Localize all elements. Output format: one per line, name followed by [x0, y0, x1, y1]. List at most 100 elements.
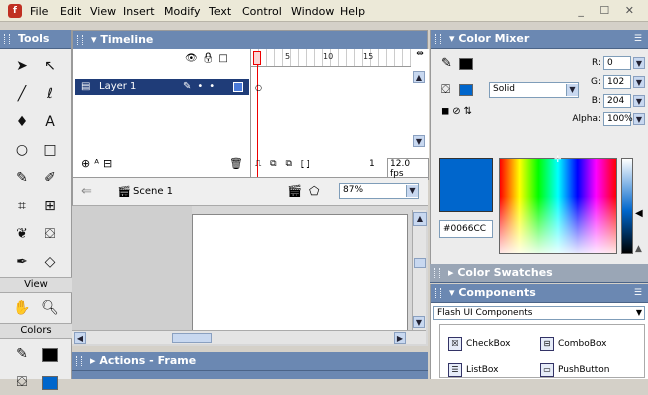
- collapse-spectrum-icon[interactable]: ▲: [635, 244, 642, 254]
- free-transform-tool-icon[interactable]: ⌗: [9, 193, 35, 219]
- pen-tool-icon[interactable]: ♦: [9, 109, 35, 135]
- eyedropper-tool-icon[interactable]: ✒: [9, 249, 35, 275]
- layer-state-dots[interactable]: ✎••: [183, 81, 221, 92]
- layer-row[interactable]: ▤ Layer 1 ✎••: [75, 79, 249, 95]
- lasso-tool-icon[interactable]: ℓ: [37, 81, 63, 107]
- window-controls[interactable]: _ ☐ ✕: [578, 4, 640, 17]
- brush-tool-icon[interactable]: ✐: [37, 165, 63, 191]
- fill-color-swatch[interactable]: [37, 369, 63, 395]
- g-dropdown-icon[interactable]: ▼: [633, 76, 645, 88]
- timeline-scroll-up[interactable]: ▲: [413, 71, 425, 83]
- menu-modify[interactable]: Modify: [164, 4, 200, 19]
- component-set-dropdown-icon[interactable]: ▼: [636, 307, 642, 319]
- color-mixer-header[interactable]: ▾ Color Mixer ☰: [431, 30, 648, 49]
- stage-hscrollbar[interactable]: ◀ ▶: [72, 330, 426, 344]
- colors-section-label: Colors: [0, 323, 72, 339]
- back-arrow-icon[interactable]: ⇐: [81, 184, 92, 199]
- menu-insert[interactable]: Insert: [123, 4, 155, 19]
- component-set-select[interactable]: Flash UI Components ▼: [433, 306, 645, 320]
- stroke-pencil-icon[interactable]: ✎: [441, 56, 452, 71]
- ink-bottle-tool-icon[interactable]: ❦: [9, 221, 35, 247]
- swap-colors-icons[interactable]: ◼⊘⇅: [441, 106, 475, 117]
- panel-options-icon[interactable]: ☰: [634, 30, 642, 48]
- brightness-pointer-icon[interactable]: ◀: [635, 208, 643, 219]
- menu-file[interactable]: File: [30, 4, 48, 19]
- pencil-tool-icon[interactable]: ✎: [9, 165, 35, 191]
- fill-transform-tool-icon[interactable]: ⊞: [37, 193, 63, 219]
- oval-tool-icon[interactable]: ○: [9, 137, 35, 163]
- menu-control[interactable]: Control: [242, 4, 282, 19]
- alpha-dropdown-icon[interactable]: ▼: [633, 113, 645, 125]
- menu-window[interactable]: Window: [291, 4, 334, 19]
- layer-add-buttons[interactable]: ⊕ᴬ⊟: [81, 157, 116, 170]
- line-tool-icon[interactable]: ╱: [9, 81, 35, 107]
- zoom-tool-icon[interactable]: 🔍︎: [37, 295, 63, 321]
- b-dropdown-icon[interactable]: ▼: [633, 95, 645, 107]
- fill-bucket-icon[interactable]: ⛋: [441, 82, 450, 97]
- component-checkbox[interactable]: ☒ CheckBox: [448, 337, 510, 351]
- stage-scroll-right[interactable]: ▶: [394, 332, 406, 344]
- text-tool-icon[interactable]: A: [37, 109, 63, 135]
- stage-scroll-left[interactable]: ◀: [74, 332, 86, 344]
- timeline-menu-icon[interactable]: ⇹: [413, 49, 427, 67]
- zoom-dropdown-icon[interactable]: ▼: [406, 185, 418, 197]
- layer-visibility-icons[interactable]: 👁︎🔒︎□: [185, 53, 232, 64]
- menu-edit[interactable]: Edit: [60, 4, 81, 19]
- eraser-tool-icon[interactable]: ◇: [37, 249, 63, 275]
- components-options-icon[interactable]: ☰: [634, 284, 642, 302]
- pasteboard: [72, 206, 192, 330]
- hand-tool-icon[interactable]: ✋: [9, 295, 35, 321]
- stage-vscrollbar[interactable]: ▲ ▼: [412, 210, 427, 330]
- keyframe-dot-icon[interactable]: ○: [255, 83, 262, 92]
- delete-layer-icon[interactable]: 🗑︎: [229, 157, 243, 170]
- hex-input[interactable]: #0066CC: [439, 220, 493, 238]
- stage-vscroll-thumb[interactable]: [414, 258, 426, 268]
- arrow-tool-icon[interactable]: ➤: [9, 53, 35, 79]
- stroke-color-pencil-icon[interactable]: ✎: [9, 341, 35, 367]
- menu-text[interactable]: Text: [209, 4, 231, 19]
- component-pushbutton[interactable]: ▭ PushButton: [540, 363, 610, 377]
- b-label: B:: [591, 96, 601, 106]
- stage-hscroll-thumb[interactable]: [172, 333, 212, 343]
- color-swatches-header[interactable]: ▸ Color Swatches: [430, 264, 648, 283]
- fill-type-select[interactable]: Solid ▼: [489, 82, 579, 98]
- timeline-scroll-down[interactable]: ▼: [413, 135, 425, 147]
- color-spectrum[interactable]: ✛: [499, 155, 617, 254]
- component-combobox[interactable]: ⊟ ComboBox: [540, 337, 607, 351]
- stage-canvas[interactable]: [192, 214, 408, 338]
- b-input[interactable]: 204: [603, 94, 631, 108]
- menu-help[interactable]: Help: [340, 4, 365, 19]
- menu-view[interactable]: View: [90, 4, 116, 19]
- stage-scroll-down[interactable]: ▼: [413, 316, 425, 328]
- view-section-label: View: [0, 277, 72, 293]
- stroke-color-swatch[interactable]: [37, 341, 63, 367]
- timeline-header[interactable]: ▾ Timeline: [73, 31, 427, 50]
- mixer-fill-swatch[interactable]: [459, 84, 473, 96]
- frame-rate[interactable]: 12.0 fps: [387, 158, 429, 180]
- fill-color-bucket-icon[interactable]: ⛋: [9, 369, 35, 395]
- layer-outline-color[interactable]: [233, 82, 243, 92]
- paint-bucket-tool-icon[interactable]: ⛋: [37, 221, 63, 247]
- brightness-slider[interactable]: [621, 158, 633, 254]
- stage-scroll-up[interactable]: ▲: [413, 212, 427, 226]
- r-input[interactable]: 0: [603, 56, 631, 70]
- components-header[interactable]: ▾ Components ☰: [431, 284, 648, 303]
- edit-symbol-icon[interactable]: ⬠: [309, 184, 319, 198]
- alpha-input[interactable]: 100%: [603, 112, 633, 126]
- subselect-tool-icon[interactable]: ↖: [37, 53, 63, 79]
- zoom-select[interactable]: 87% ▼: [339, 183, 419, 199]
- edit-scene-icon[interactable]: 🎬︎: [287, 184, 302, 198]
- actions-title: Actions - Frame: [99, 354, 197, 367]
- mixer-stroke-swatch[interactable]: [459, 58, 473, 70]
- onion-skin-buttons[interactable]: ⎍ ⧉ ⧉ ⦋⦌: [255, 159, 313, 169]
- component-listbox[interactable]: ☰ ListBox: [448, 363, 498, 377]
- fill-type-dropdown-icon[interactable]: ▼: [566, 84, 578, 96]
- rectangle-tool-icon[interactable]: □: [37, 137, 63, 163]
- actions-header[interactable]: ▸ Actions - Frame: [72, 352, 428, 371]
- tools-header[interactable]: Tools: [0, 30, 71, 49]
- r-dropdown-icon[interactable]: ▼: [633, 57, 645, 69]
- g-input[interactable]: 102: [603, 75, 631, 89]
- components-list: ☒ CheckBox ⊟ ComboBox ☰ ListBox ▭ PushBu…: [439, 324, 645, 378]
- scene-icon: 🎬︎: [117, 185, 131, 198]
- playhead[interactable]: [253, 51, 261, 65]
